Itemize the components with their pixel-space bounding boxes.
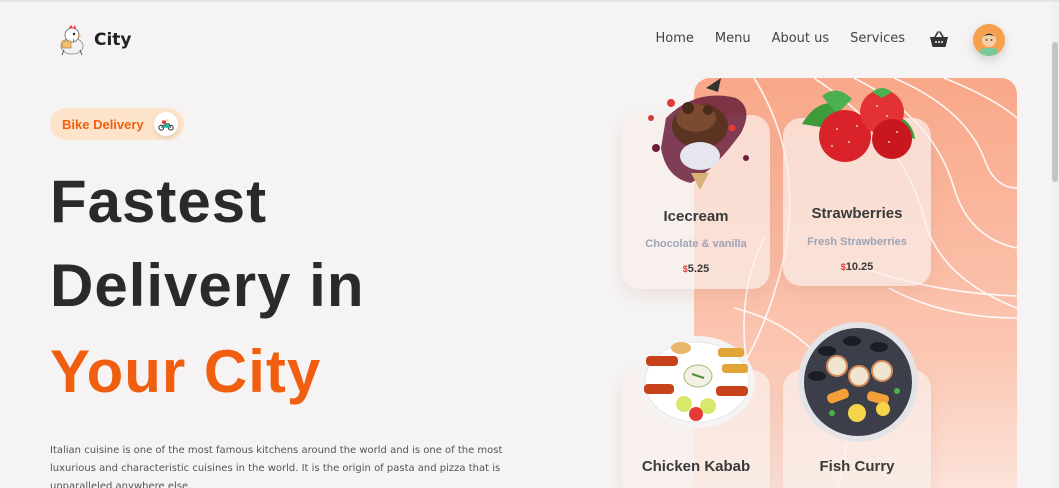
card-title: Strawberries [811,205,903,222]
main-nav: Home Menu About us Services [655,31,905,46]
user-avatar[interactable] [973,24,1005,56]
nav-about-us[interactable]: About us [772,31,830,46]
icecream-image [648,78,749,190]
scooter-icon [153,112,178,136]
card-title: Icecream [663,208,729,225]
nav-services[interactable]: Services [850,31,905,46]
card-price: $5.25 [622,263,770,275]
chicken-kabab-image [639,336,755,428]
page-scrollbar[interactable] [1051,2,1059,488]
bike-delivery-badge: Bike Delivery [50,108,184,140]
brand-logo[interactable]: City [58,24,132,56]
rooster-delivery-icon [60,25,84,56]
hero-title-line-3: Your City [50,338,322,405]
basket-icon[interactable] [929,31,949,49]
badge-label: Bike Delivery [62,116,144,132]
scrollbar-thumb[interactable] [1052,42,1058,182]
card-price: $10.25 [783,261,931,273]
top-border [0,0,1059,2]
card-subtitle: Chocolate & vanilla [645,238,747,250]
avatar-icon [980,33,998,56]
card-title: Fish Curry [819,458,895,475]
strawberries-image [802,88,915,162]
fish-curry-image [798,322,918,442]
price-value: 5.25 [687,263,710,275]
hero-title-line-1: Fastest [50,168,268,235]
card-title: Chicken Kabab [641,458,751,475]
nav-home[interactable]: Home [655,31,693,46]
card-subtitle: Fresh Strawberries [807,236,907,248]
hero-description: Italian cuisine is one of the most famou… [50,445,503,488]
nav-menu[interactable]: Menu [715,31,751,46]
price-value: 10.25 [845,261,874,273]
brand-name: City [94,30,132,50]
hero-title-line-2: Delivery in [50,252,365,319]
